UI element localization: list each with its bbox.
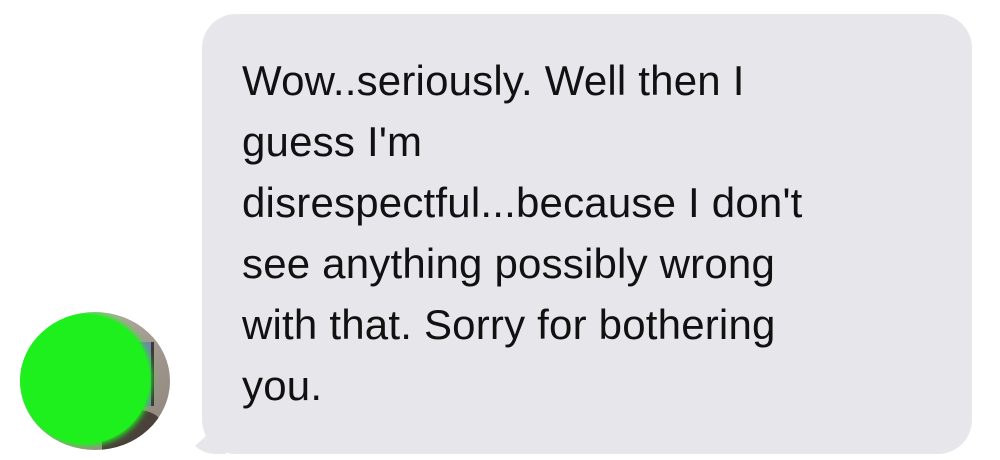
message-line: see anything possibly wrong — [242, 240, 776, 287]
message-line: disrespectful...because I don't — [242, 179, 803, 226]
message-text: Wow..seriously. Well then I guess I'm di… — [242, 50, 902, 416]
message-line: with that. Sorry for bothering — [242, 301, 776, 348]
incoming-message-bubble[interactable]: Wow..seriously. Well then I guess I'm di… — [202, 14, 972, 454]
message-line: guess I'm — [242, 118, 423, 165]
conversation-thread: Wow..seriously. Well then I guess I'm di… — [0, 0, 1000, 460]
message-line: you. — [242, 362, 323, 409]
message-line: Wow..seriously. Well then I — [242, 57, 745, 104]
redaction-mark — [20, 314, 150, 444]
contact-avatar[interactable] — [20, 312, 170, 450]
